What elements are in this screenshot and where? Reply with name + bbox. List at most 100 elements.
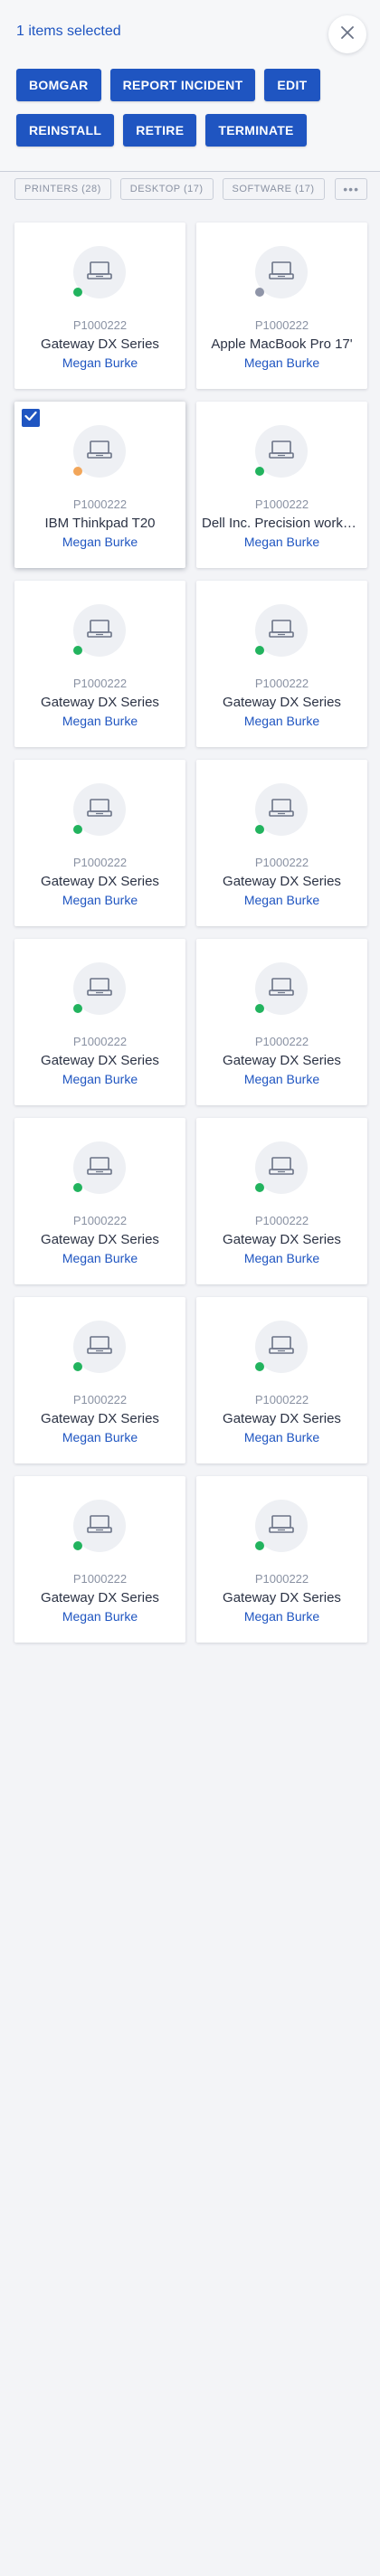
device-name: Gateway DX Series xyxy=(41,1232,159,1247)
asset-id: P1000222 xyxy=(254,677,309,690)
laptop-icon xyxy=(86,618,113,644)
asset-id: P1000222 xyxy=(254,1393,309,1406)
laptop-icon xyxy=(86,1155,113,1181)
edit-button[interactable]: EDIT xyxy=(264,69,320,101)
bulk-actions: BOMGAR REPORT INCIDENT EDIT REINSTALL RE… xyxy=(16,69,369,159)
device-name: Gateway DX Series xyxy=(223,1411,341,1426)
device-card[interactable]: P1000222 Gateway DX Series Megan Burke xyxy=(14,581,185,747)
device-card[interactable]: P1000222 Gateway DX Series Megan Burke xyxy=(196,1297,367,1463)
status-indicator xyxy=(255,288,264,297)
status-indicator xyxy=(255,1004,264,1013)
device-card[interactable]: P1000222 IBM Thinkpad T20 Megan Burke xyxy=(14,402,185,568)
device-card[interactable]: P1000222 Gateway DX Series Megan Burke xyxy=(196,1118,367,1284)
asset-id: P1000222 xyxy=(72,318,128,332)
owner-link[interactable]: Megan Burke xyxy=(14,1430,185,1444)
laptop-icon xyxy=(86,976,113,1002)
device-card[interactable]: P1000222 Dell Inc. Precision workstation M… xyxy=(196,402,367,568)
asset-id: P1000222 xyxy=(254,318,309,332)
asset-id: P1000222 xyxy=(72,677,128,690)
device-name: Apple MacBook Pro 17' xyxy=(211,336,353,352)
owner-link[interactable]: Megan Burke xyxy=(14,355,185,370)
laptop-icon xyxy=(268,1334,295,1360)
action-row-2: REINSTALL RETIRE TERMINATE xyxy=(16,114,369,147)
laptop-icon xyxy=(86,1334,113,1360)
check-icon xyxy=(24,410,37,426)
device-name: Gateway DX Series xyxy=(41,1590,159,1605)
device-name: Gateway DX Series xyxy=(223,1590,341,1605)
device-card[interactable]: P1000222 Gateway DX Series Megan Burke xyxy=(196,760,367,926)
device-name: Gateway DX Series xyxy=(223,1053,341,1068)
owner-link[interactable]: Megan Burke xyxy=(196,714,367,728)
asset-id: P1000222 xyxy=(72,497,128,511)
bomgar-button[interactable]: BOMGAR xyxy=(16,69,101,101)
action-row-1: BOMGAR REPORT INCIDENT EDIT xyxy=(16,69,369,101)
more-filters-button[interactable]: ••• xyxy=(335,178,367,200)
status-indicator xyxy=(73,467,82,476)
owner-link[interactable]: Megan Burke xyxy=(14,1072,185,1086)
device-card[interactable]: P1000222 Gateway DX Series Megan Burke xyxy=(14,760,185,926)
device-name: Gateway DX Series xyxy=(223,874,341,889)
filter-desktop[interactable]: DESKTOP (17) xyxy=(119,178,214,200)
status-indicator xyxy=(73,1004,82,1013)
filter-chips: PRINTERS (28) DESKTOP (17) SOFTWARE (17)… xyxy=(14,177,367,201)
device-card[interactable]: P1000222 Gateway DX Series Megan Burke xyxy=(14,1118,185,1284)
owner-link[interactable]: Megan Burke xyxy=(14,1609,185,1624)
filter-software[interactable]: SOFTWARE (17) xyxy=(222,178,325,200)
laptop-icon xyxy=(268,439,295,465)
close-icon xyxy=(339,24,356,45)
device-card[interactable]: P1000222 Gateway DX Series Megan Burke xyxy=(14,223,185,389)
status-indicator xyxy=(73,1183,82,1192)
device-card[interactable]: P1000222 Apple MacBook Pro 17' Megan Burke xyxy=(196,223,367,389)
owner-link[interactable]: Megan Burke xyxy=(196,1072,367,1086)
asset-id: P1000222 xyxy=(254,497,309,511)
close-button[interactable] xyxy=(328,15,366,53)
owner-link[interactable]: Megan Burke xyxy=(196,355,367,370)
laptop-icon xyxy=(86,260,113,286)
device-grid: P1000222 Gateway DX Series Megan Burke P100… xyxy=(14,223,367,1643)
device-name: Gateway DX Series xyxy=(41,695,159,710)
owner-link[interactable]: Megan Burke xyxy=(196,1430,367,1444)
device-card[interactable]: P1000222 Gateway DX Series Megan Burke xyxy=(196,581,367,747)
filter-printers[interactable]: PRINTERS (28) xyxy=(14,178,111,200)
device-card[interactable]: P1000222 Gateway DX Series Megan Burke xyxy=(14,1297,185,1463)
laptop-icon xyxy=(86,439,113,465)
status-indicator xyxy=(73,825,82,834)
reinstall-button[interactable]: REINSTALL xyxy=(16,114,115,147)
laptop-icon xyxy=(268,1155,295,1181)
asset-id: P1000222 xyxy=(254,856,309,869)
owner-link[interactable]: Megan Burke xyxy=(14,714,185,728)
status-indicator xyxy=(255,646,264,655)
device-name: Gateway DX Series xyxy=(41,874,159,889)
laptop-icon xyxy=(268,1513,295,1539)
owner-link[interactable]: Megan Burke xyxy=(14,893,185,907)
owner-link[interactable]: Megan Burke xyxy=(196,1251,367,1265)
device-name: IBM Thinkpad T20 xyxy=(44,516,156,531)
device-card[interactable]: P1000222 Gateway DX Series Megan Burke xyxy=(196,1476,367,1643)
laptop-icon xyxy=(268,797,295,823)
laptop-icon xyxy=(86,1513,113,1539)
terminate-button[interactable]: TERMINATE xyxy=(205,114,307,147)
owner-link[interactable]: Megan Burke xyxy=(196,893,367,907)
asset-id: P1000222 xyxy=(72,1035,128,1048)
owner-link[interactable]: Megan Burke xyxy=(196,535,367,549)
asset-id: P1000222 xyxy=(254,1035,309,1048)
owner-link[interactable]: Megan Burke xyxy=(14,1251,185,1265)
selected-checkbox[interactable] xyxy=(22,409,40,427)
retire-button[interactable]: RETIRE xyxy=(123,114,197,147)
report-incident-button[interactable]: REPORT INCIDENT xyxy=(109,69,256,101)
device-card[interactable]: P1000222 Gateway DX Series Megan Burke xyxy=(14,939,185,1105)
laptop-icon xyxy=(268,976,295,1002)
device-card[interactable]: P1000222 Gateway DX Series Megan Burke xyxy=(196,939,367,1105)
device-card[interactable]: P1000222 Gateway DX Series Megan Burke xyxy=(14,1476,185,1643)
owner-link[interactable]: Megan Burke xyxy=(196,1609,367,1624)
status-indicator xyxy=(255,825,264,834)
laptop-icon xyxy=(268,618,295,644)
asset-id: P1000222 xyxy=(72,1393,128,1406)
owner-link[interactable]: Megan Burke xyxy=(14,535,185,549)
status-indicator xyxy=(255,1541,264,1550)
status-indicator xyxy=(73,646,82,655)
asset-id: P1000222 xyxy=(254,1214,309,1227)
status-indicator xyxy=(73,1541,82,1550)
device-name: Gateway DX Series xyxy=(41,336,159,352)
status-indicator xyxy=(73,288,82,297)
